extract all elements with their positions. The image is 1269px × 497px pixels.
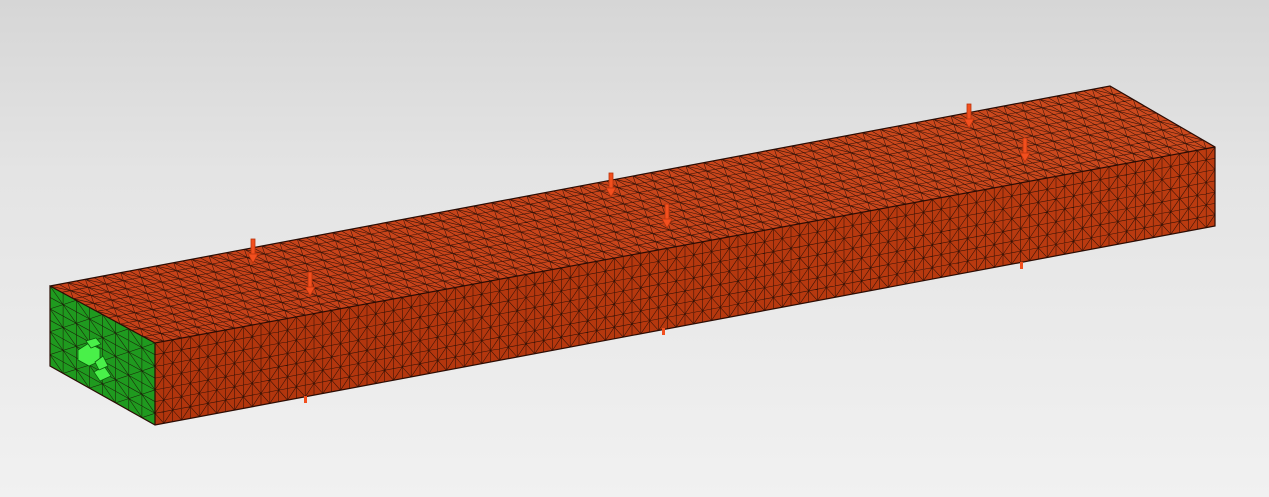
arrow-tail [1020,262,1023,269]
mesh-model-view[interactable] [0,0,1269,497]
3d-viewport[interactable] [0,0,1269,497]
arrow-tail [662,328,665,335]
arrow-tail [304,396,307,403]
